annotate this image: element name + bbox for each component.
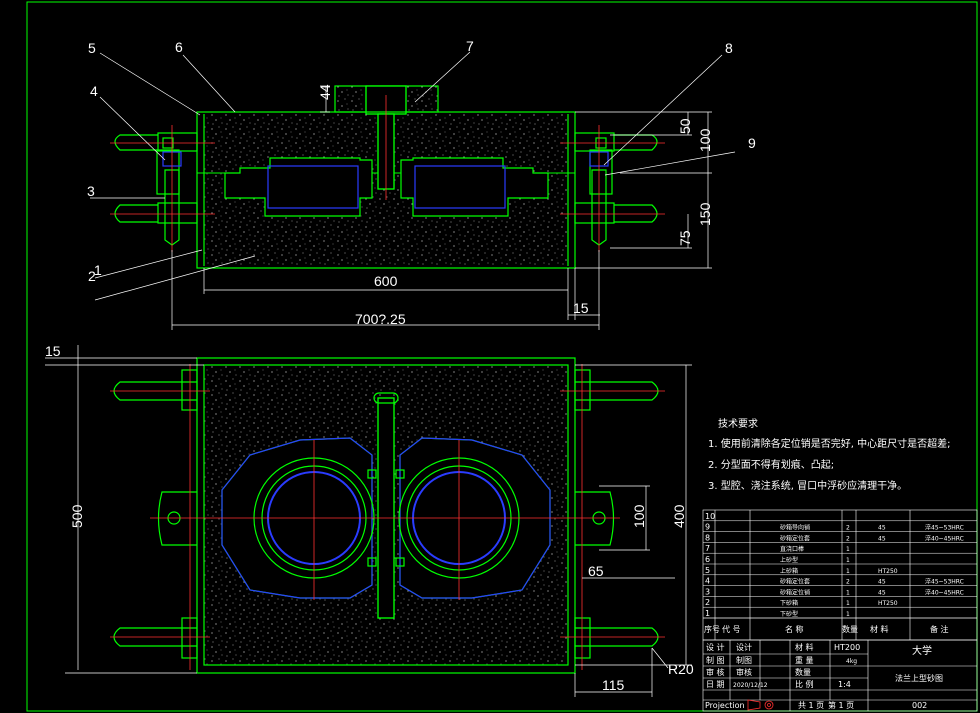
tb-check: 审 核	[706, 667, 725, 677]
parts-cell-qty: 2	[846, 525, 850, 532]
technical-requirements: 技术要求 1. 使用前清除各定位销是否完好, 中心距尺寸是否超差; 2. 分型面…	[708, 417, 950, 492]
tb-scale: 1:4	[838, 680, 851, 689]
dim-text: 115	[602, 677, 625, 693]
part-label: 2	[88, 268, 96, 284]
tb-check2: 审核	[736, 667, 752, 677]
tb-sheets: 共 1 页	[798, 701, 824, 710]
dim-text: 75	[677, 230, 693, 246]
parts-cell-no: 7	[705, 544, 710, 553]
parts-cell-name: 砂箱定位销	[780, 588, 810, 596]
parts-cell-material: 45	[878, 579, 886, 586]
tb-scale-label: 比 例	[795, 679, 814, 689]
part-label: 9	[748, 135, 756, 151]
parts-cell-name: 砂箱定位套	[780, 534, 810, 542]
tb-material: HT200	[834, 643, 860, 652]
header-name: 名 称	[785, 624, 804, 634]
tech-req-item: 3. 型腔、浇注系统, 冒口中浮砂应清理干净。	[708, 479, 907, 492]
header-material: 材 料	[870, 624, 889, 634]
parts-rows: 109 砂箱导向销 2 45 淬45~53HRC8 砂箱定位套 2 45 淬40~45HRC7 直…	[703, 512, 977, 619]
parts-cell-name: 砂箱定位套	[780, 578, 810, 586]
parts-cell-name: 上砂箱	[780, 567, 798, 575]
dim-text: 500	[69, 504, 85, 528]
parts-cell-qty: 2	[846, 535, 850, 542]
tb-drawing2: 制图	[736, 655, 752, 665]
parts-cell-no: 9	[705, 523, 710, 532]
parts-cell-no: 5	[705, 566, 710, 575]
parts-cell-note: 淬40~45HRC	[925, 534, 964, 542]
tb-design2: 设计	[736, 642, 752, 652]
parts-cell-qty: 1	[846, 568, 850, 575]
tech-req-item: 2. 分型面不得有划痕、凸起;	[708, 458, 834, 471]
projection-symbol-icon	[747, 699, 774, 711]
parts-cell-no: 4	[705, 577, 710, 586]
parts-cell-name: 直浇口棒	[780, 545, 804, 553]
tech-req-item: 1. 使用前清除各定位销是否完好, 中心距尺寸是否超差;	[708, 437, 950, 450]
dim-text: 65	[588, 563, 604, 579]
parts-cell-qty: 1	[846, 600, 850, 607]
dim-text: 15	[573, 300, 589, 316]
dim-text: 100	[631, 504, 647, 528]
dim-text: 600	[374, 273, 398, 289]
tb-weight: 4kg	[846, 658, 857, 665]
tb-sheet-no: 第 1 页	[828, 700, 854, 710]
parts-list-header: 序号 代 号 名 称 数量 材 料 备 注	[704, 624, 949, 634]
dim-text: 44	[317, 84, 333, 100]
dim-text: R20	[668, 661, 694, 677]
tb-material-label: 材 料	[795, 642, 814, 652]
parts-cell-note: 淬40~45HRC	[925, 588, 964, 596]
parts-cell-no: 2	[705, 598, 710, 607]
parts-cell-no: 3	[705, 587, 710, 596]
parts-cell-no: 1	[705, 609, 710, 618]
part-label: 8	[725, 40, 733, 56]
part-label: 6	[175, 39, 183, 55]
parts-cell-name: 上砂型	[780, 556, 798, 564]
parts-cell-material: 45	[878, 535, 886, 542]
dim-text: 700?.25	[355, 311, 406, 327]
header-no: 序号	[704, 624, 720, 634]
tb-count-label: 数量	[795, 667, 811, 677]
parts-cell-qty: 1	[846, 589, 850, 596]
dim-text: 100	[697, 128, 713, 152]
dim-text: 15	[45, 343, 61, 359]
tb-drawing: 制 图	[706, 655, 725, 665]
plan-view	[113, 357, 659, 674]
parts-cell-name: 下砂型	[780, 610, 798, 618]
parts-cell-no: 10	[705, 512, 715, 521]
parts-cell-note: 淬45~53HRC	[925, 578, 964, 586]
header-note: 备 注	[930, 624, 949, 634]
tb-projection: Projection	[705, 701, 745, 710]
parts-cell-no: 8	[705, 533, 710, 542]
parts-cell-name: 下砂箱	[780, 599, 798, 607]
parts-cell-qty: 1	[846, 611, 850, 618]
tb-date-label: 日 期	[706, 680, 725, 689]
tb-drawing-title: 法兰上型砂图	[895, 673, 943, 683]
parts-cell-material: 45	[878, 525, 886, 532]
parts-cell-note: 淬45~53HRC	[925, 524, 964, 532]
part-label: 7	[466, 38, 474, 54]
tb-date: 2020/12/12	[733, 682, 768, 689]
parts-cell-name: 砂箱导向销	[780, 524, 810, 532]
dim-text: 400	[671, 504, 687, 528]
parts-cell-qty: 1	[846, 546, 850, 553]
dim-text: 50	[677, 118, 693, 134]
tb-design: 设 计	[706, 642, 725, 652]
parts-cell-qty: 2	[846, 579, 850, 586]
part-label: 5	[88, 40, 96, 56]
parts-cell-no: 6	[705, 555, 710, 564]
part-label: 4	[90, 83, 98, 99]
tb-school: 大学	[912, 644, 932, 657]
parts-cell-qty: 1	[846, 557, 850, 564]
parts-cell-material: HT250	[878, 600, 898, 607]
header-qty: 数量	[842, 624, 858, 634]
header-code: 代 号	[722, 624, 741, 634]
dim-text: 150	[697, 202, 713, 226]
part-label: 3	[87, 183, 95, 199]
parts-cell-material: HT250	[878, 568, 898, 575]
tb-drawing-number: 002	[912, 701, 927, 710]
tech-req-title: 技术要求	[718, 417, 758, 430]
parts-cell-material: 45	[878, 589, 886, 596]
drawing-canvas: 1 2 3 4 5 6 7 8 9 44 50 100 150 75 600 1…	[26, 1, 978, 712]
tb-weight-label: 重 量	[795, 655, 814, 665]
